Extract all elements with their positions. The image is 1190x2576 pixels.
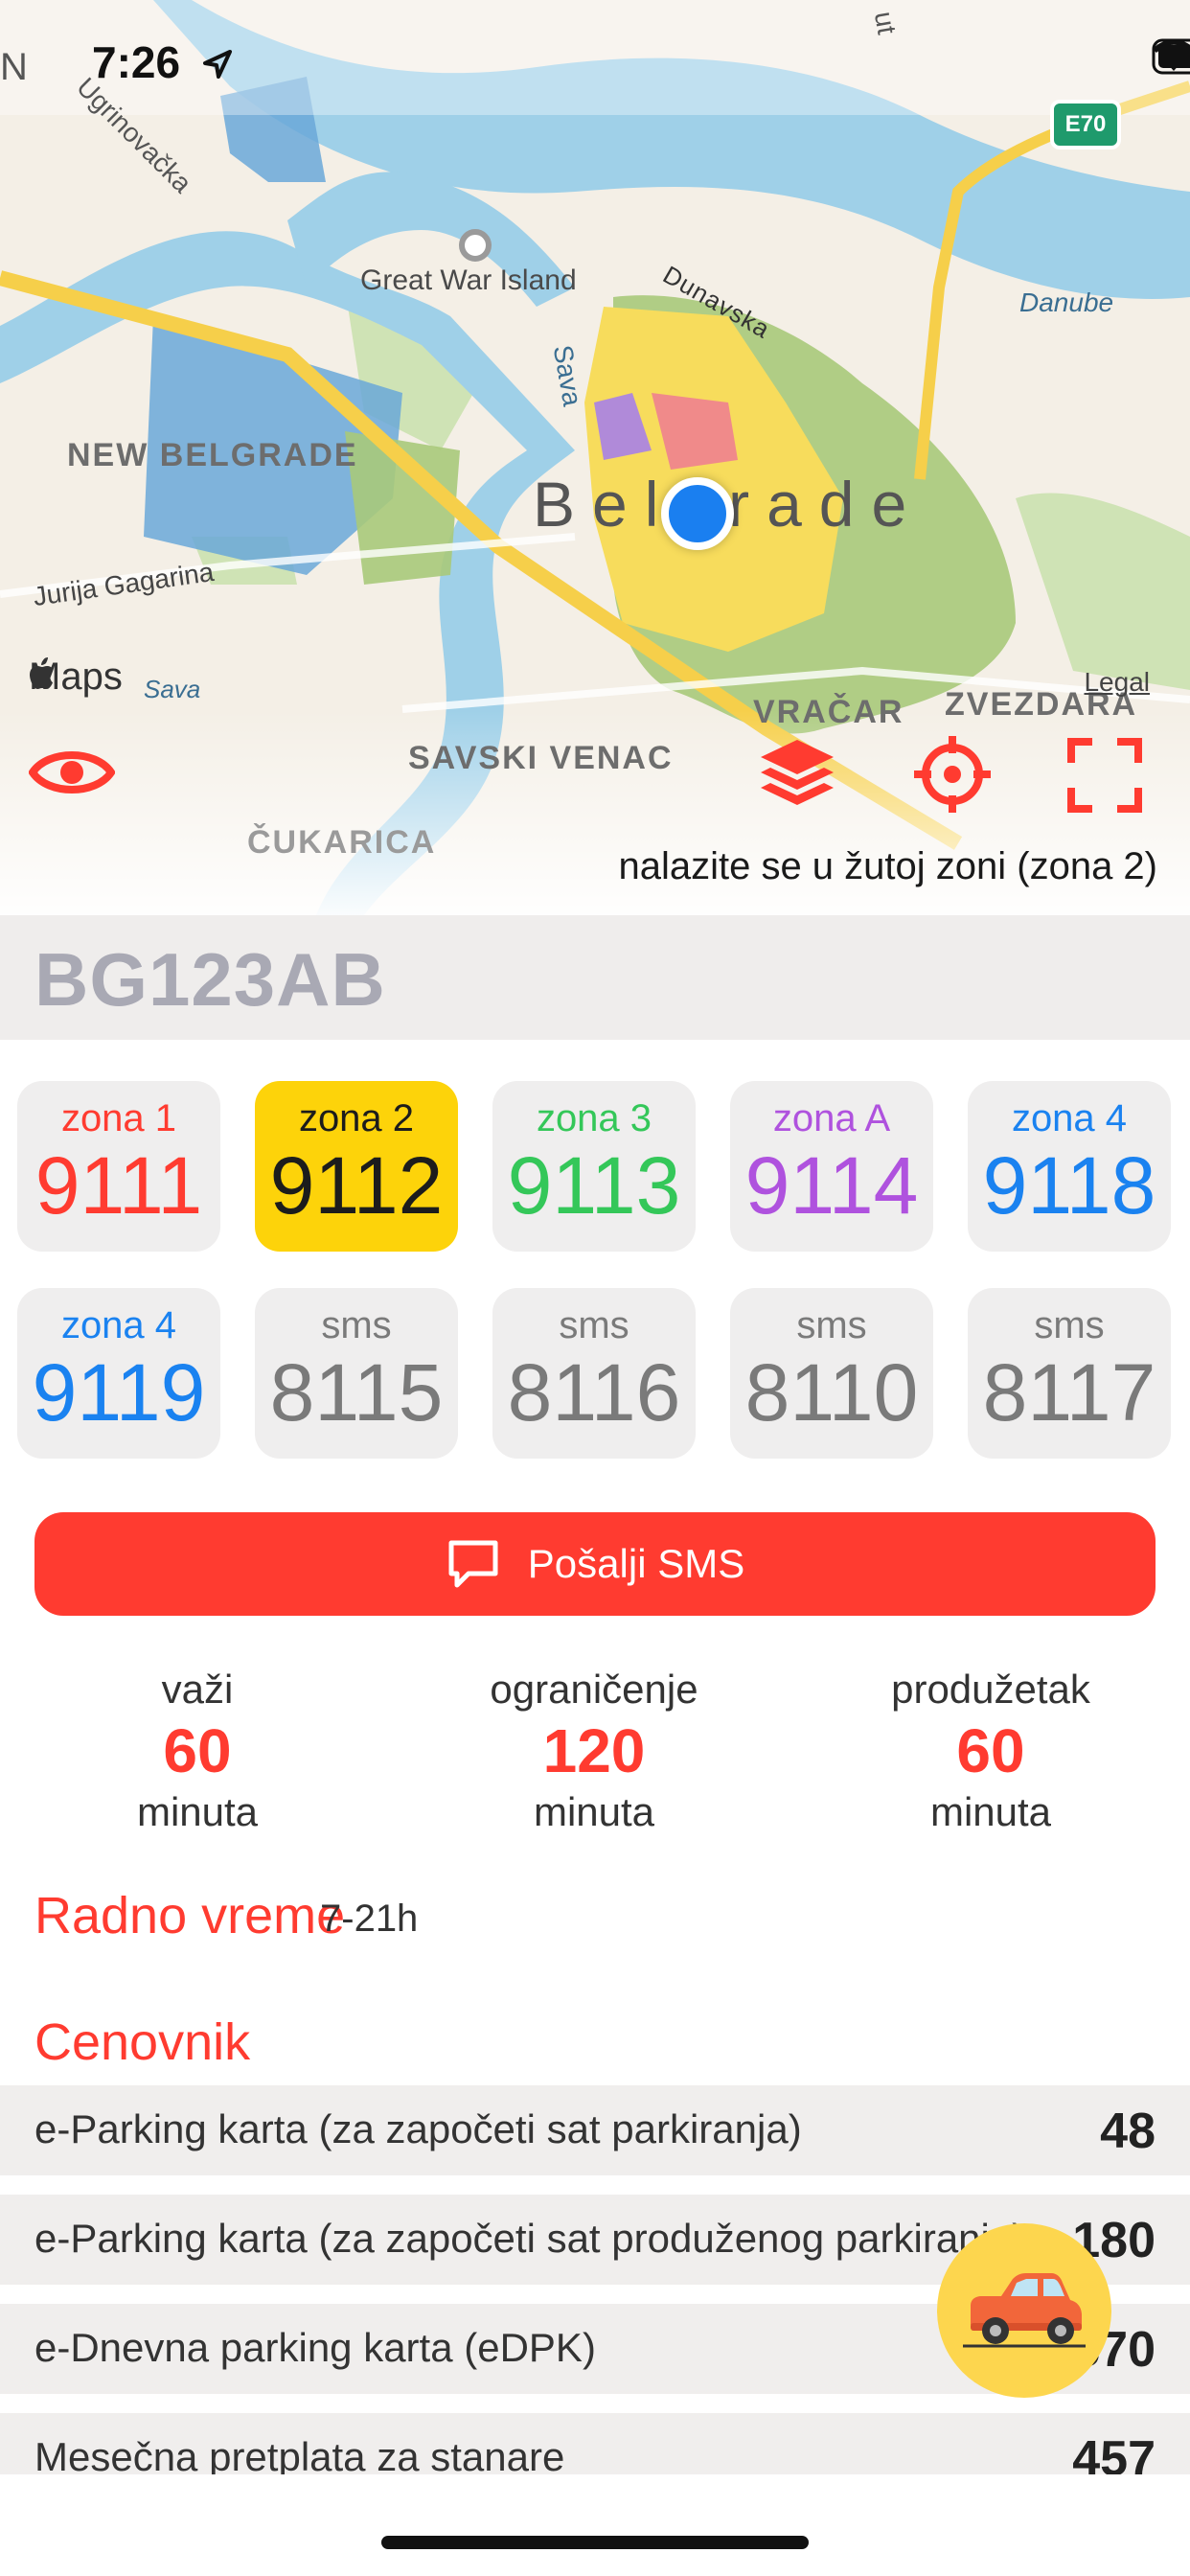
zone-tile[interactable]: sms 8117 <box>968 1288 1171 1459</box>
price-row-value: 48 <box>1100 2104 1156 2159</box>
price-row-label: Mesečna pretplata za stanare <box>34 2434 565 2479</box>
license-plate-bar[interactable]: BG123AB <box>0 915 1190 1040</box>
my-car-button[interactable] <box>937 2223 1111 2398</box>
bottom-safe-area <box>0 2474 1190 2576</box>
zone-tile-number: 9118 <box>982 1140 1156 1230</box>
pricelist-title: Cenovnik <box>34 2013 251 2071</box>
zone-tile[interactable]: zona 2 9112 <box>255 1081 458 1252</box>
zone-tile-label: zona 4 <box>1011 1097 1128 1139</box>
stat-validity: važi 60 minuta <box>54 1666 341 1836</box>
fullscreen-button[interactable] <box>1067 738 1154 824</box>
zone-tile-number: 8110 <box>744 1347 919 1438</box>
license-plate-number: BG123AB <box>34 937 386 1022</box>
message-icon <box>448 1540 498 1588</box>
car-icon <box>963 2273 1086 2348</box>
map-label-danube: Danube <box>1019 288 1114 317</box>
send-sms-label: Pošalji SMS <box>527 1541 745 1586</box>
locate-me-button[interactable] <box>912 734 1004 826</box>
working-hours-title: Radno vreme <box>34 1887 346 1944</box>
map-label-great-war-island: Great War Island <box>360 264 577 296</box>
map-layers-button[interactable] <box>757 736 849 822</box>
zone-tile-label: sms <box>321 1304 392 1346</box>
stat-extension-unit: minuta <box>929 1789 1052 1834</box>
status-time: 7:26 <box>92 37 181 87</box>
maps-attribution[interactable]: Maps <box>29 656 123 699</box>
map-label-new-belgrade: NEW BELGRADE <box>67 437 358 473</box>
stat-validity-value: 60 <box>163 1716 232 1785</box>
zone-tile[interactable]: zona 3 9113 <box>492 1081 696 1252</box>
location-arrow-icon <box>203 50 232 79</box>
zone-tile-number: 9112 <box>269 1140 444 1230</box>
crosshair-icon <box>914 736 991 813</box>
zone-tile-label: sms <box>559 1304 629 1346</box>
zone-tile[interactable]: zona 1 9111 <box>17 1081 220 1252</box>
zone-grid: zona 1 9111 zona 2 9112 zona 3 9113 zona A 9114… <box>0 1081 1190 1464</box>
zone-tile-number: 9111 <box>34 1140 203 1230</box>
price-row: e-Parking karta (za započeti sat parkira… <box>0 2085 1190 2175</box>
zone-tile[interactable]: zona 4 9119 <box>17 1288 220 1459</box>
eye-icon <box>29 751 115 794</box>
zone-tile-label: zona 3 <box>536 1097 652 1139</box>
zone-tile[interactable]: sms 8110 <box>730 1288 933 1459</box>
highway-shield: E70 <box>1050 100 1121 150</box>
map-label-left-fragment: N <box>0 46 30 88</box>
zone-tile-number: 8117 <box>982 1347 1156 1438</box>
working-hours-value: 7-21h <box>320 1898 419 1940</box>
stat-extension: produžetak 60 minuta <box>847 1666 1134 1836</box>
stat-extension-value: 60 <box>956 1716 1025 1785</box>
zone-tile-label: zona 4 <box>60 1304 177 1346</box>
expand-icon <box>1067 738 1142 813</box>
price-row-label: e-Parking karta (za započeti sat produže… <box>34 2216 1026 2261</box>
map-label-sava-lower: Sava <box>144 675 201 703</box>
zone-tile-number: 8115 <box>269 1347 444 1438</box>
stat-limit-title: ograničenje <box>490 1667 698 1712</box>
highway-shield-label: E70 <box>1064 111 1107 137</box>
zone-tile-number: 9114 <box>744 1140 919 1230</box>
stat-validity-title: važi <box>161 1667 234 1712</box>
stat-extension-title: produžetak <box>891 1667 1090 1712</box>
map-label-vracar: VRAČAR <box>753 694 904 730</box>
zone-tile-number: 9113 <box>507 1140 681 1230</box>
zone-tile-label: zona A <box>772 1097 891 1139</box>
stat-limit: ograničenje 120 minuta <box>450 1666 738 1836</box>
map-label-savski-venac: SAVSKI VENAC <box>408 740 674 776</box>
battery-icon <box>1152 38 1190 75</box>
zone-tile-number: 8116 <box>507 1347 681 1438</box>
stat-limit-unit: minuta <box>533 1789 655 1834</box>
zone-hint-text: nalazite se u žutoj zoni (zona 2) <box>618 845 1157 887</box>
zone-tile-label: zona 1 <box>60 1097 177 1139</box>
send-sms-button[interactable]: Pošalji SMS <box>34 1512 1156 1616</box>
zone-tile[interactable]: zona 4 9118 <box>968 1081 1171 1252</box>
price-row-label: e-Dnevna parking karta (eDPK) <box>34 2325 596 2370</box>
layers-icon <box>761 740 834 805</box>
zone-tile-label: sms <box>1034 1304 1105 1346</box>
price-row-label: e-Parking karta (za započeti sat parkira… <box>34 2106 802 2151</box>
zone-tile[interactable]: sms 8115 <box>255 1288 458 1459</box>
toggle-zones-button[interactable] <box>29 742 121 818</box>
map-label-cukarica: ČUKARICA <box>247 824 437 861</box>
zone-tile[interactable]: zona A 9114 <box>730 1081 933 1252</box>
legal-link[interactable]: Legal <box>1084 667 1150 698</box>
stat-limit-value: 120 <box>542 1716 646 1785</box>
apple-logo-icon <box>30 657 53 689</box>
zone-tile-label: sms <box>796 1304 867 1346</box>
zone-tile-number: 9119 <box>32 1347 206 1438</box>
map-view[interactable]: Ugrinovačka N ut Great War Island Dunavs… <box>0 0 1190 915</box>
zone-tile-label: zona 2 <box>298 1097 415 1139</box>
current-location-dot <box>661 477 734 550</box>
stat-validity-unit: minuta <box>136 1789 259 1834</box>
home-indicator[interactable] <box>381 2536 809 2549</box>
zone-tile[interactable]: sms 8116 <box>492 1288 696 1459</box>
